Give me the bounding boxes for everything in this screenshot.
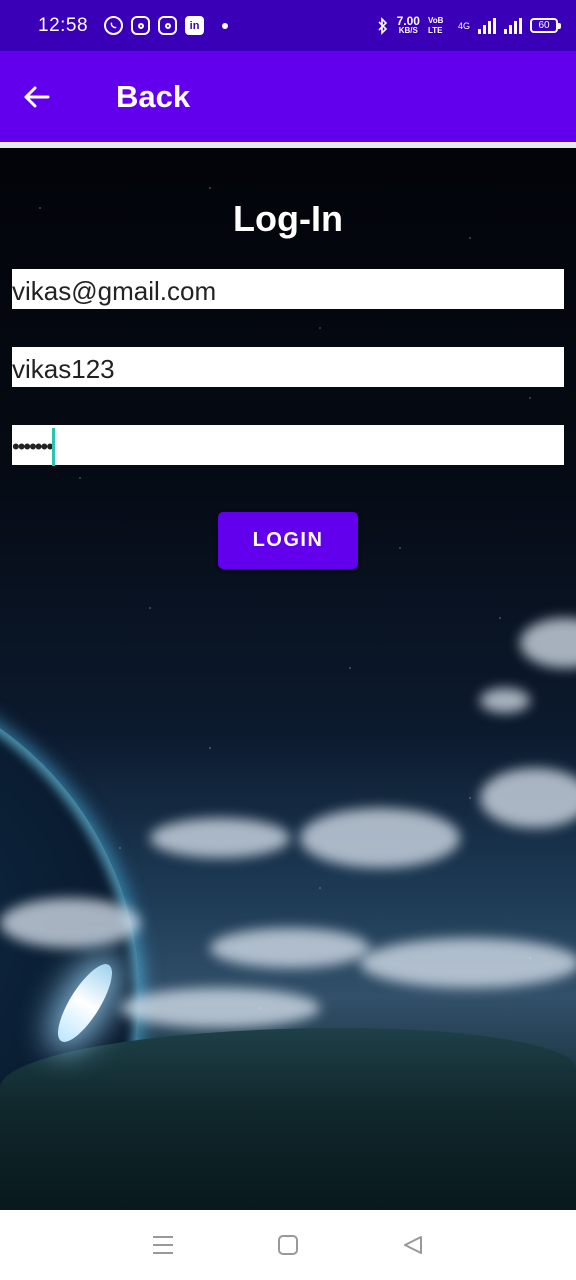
username-field[interactable]: vikas123 [12, 347, 564, 387]
more-notifications-dot [222, 22, 229, 29]
system-indicators: 7.00 KB/S VoB LTE 4G 60 [377, 13, 561, 36]
email-field[interactable]: vikas@gmail.com [12, 269, 564, 309]
cloud [210, 928, 370, 968]
notification-icons: in [104, 16, 229, 35]
instagram-icon [158, 16, 178, 35]
instagram-icon [131, 16, 151, 35]
linkedin-icon: in [185, 16, 205, 35]
system-nav-bar [0, 1210, 576, 1280]
cloud [360, 938, 576, 988]
signal-strength-2-icon [504, 17, 522, 34]
status-bar: 12:58 in 7.00 KB/S VoB LTE 4G 60 [0, 0, 576, 51]
battery-icon: 60 [530, 18, 561, 33]
text-cursor [51, 428, 55, 466]
password-value: ••••••• [12, 434, 54, 459]
email-value: vikas@gmail.com [12, 275, 217, 306]
password-field[interactable]: ••••••• [12, 425, 564, 466]
signal-strength-icon [478, 17, 496, 34]
app-bar: Back [0, 51, 576, 142]
cloud [480, 688, 530, 713]
cloud [0, 898, 140, 948]
page-title: Log-In [233, 198, 343, 239]
back-arrow-icon[interactable] [22, 77, 82, 117]
back-title[interactable]: Back [116, 79, 190, 115]
status-time: 12:58 [38, 14, 89, 36]
back-triangle-icon[interactable] [393, 1225, 433, 1265]
username-value: vikas123 [12, 353, 115, 384]
whatsapp-icon [104, 16, 124, 35]
login-button[interactable]: LOGIN [218, 512, 358, 569]
home-icon[interactable] [268, 1225, 308, 1265]
menu-icon[interactable] [143, 1225, 183, 1265]
cloud [150, 818, 290, 858]
cloud [120, 988, 320, 1028]
volte-indicator: VoB LTE [427, 15, 444, 35]
ground-hill [0, 1028, 576, 1210]
network-type: 4G [457, 20, 470, 31]
bluetooth-icon [378, 16, 387, 35]
cloud [300, 808, 460, 868]
network-speed: 7.00 KB/S [396, 13, 420, 35]
